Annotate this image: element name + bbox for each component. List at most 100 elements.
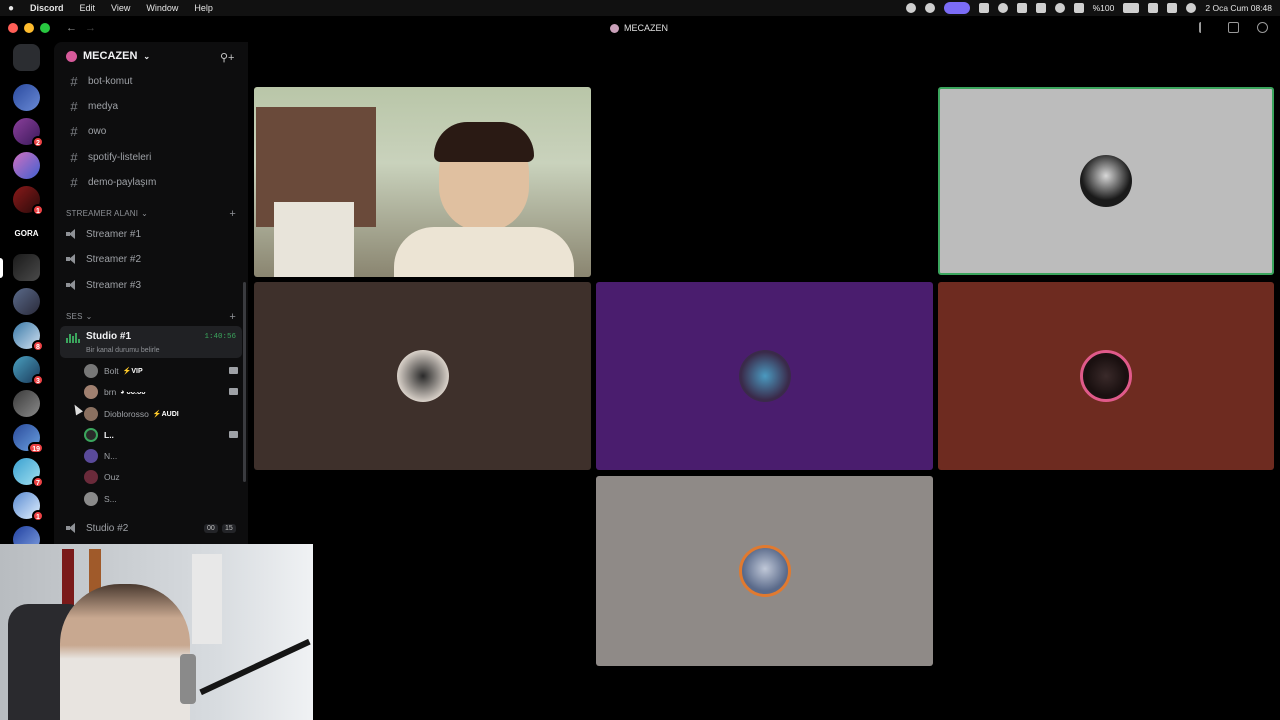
server-header[interactable]: MECAZEN ⌄ [66, 50, 150, 62]
voice-user[interactable]: Ouz [84, 467, 244, 487]
datetime[interactable]: 2 Oca Cum 08:48 [1205, 3, 1272, 13]
voice-user[interactable]: brn ◕ ᴗᴗ.ᴗᴗ [84, 382, 244, 402]
voice-user[interactable]: L.. [84, 425, 244, 445]
help-icon[interactable] [1257, 22, 1268, 33]
back-arrow-icon[interactable]: ← [66, 22, 77, 34]
channel-label: spotify-listeleri [88, 151, 152, 163]
channel-status[interactable]: Bir kanal durumu belirle [86, 347, 160, 354]
avatar [84, 385, 98, 399]
server-icon[interactable]: 19 [13, 424, 44, 454]
avatar [84, 492, 98, 506]
wifi-icon[interactable] [1148, 3, 1159, 13]
user-name: Bolt [104, 366, 119, 376]
server-logo-icon [66, 50, 77, 62]
voice-user[interactable]: Bolt ⚡VIP [84, 361, 244, 381]
voice-channel-streamer-1[interactable]: Streamer #1 [60, 224, 242, 244]
category-streamer[interactable]: STREAMER ALANI ⌄ + [66, 208, 236, 220]
channel-owo[interactable]: # owo [60, 121, 242, 141]
voice-channel-studio-2[interactable]: Studio #2 00 15 [60, 518, 242, 538]
add-channel-icon[interactable]: + [229, 311, 236, 323]
channel-label: Studio #2 [86, 522, 129, 534]
voice-channel-streamer-2[interactable]: Streamer #2 [60, 249, 242, 269]
screen-record-icon[interactable] [943, 2, 970, 14]
avatar [396, 350, 449, 402]
server-icon[interactable] [13, 152, 40, 179]
server-icon[interactable]: 1 [13, 186, 44, 216]
channel-label: Streamer #1 [86, 228, 142, 240]
popout-icon[interactable] [1228, 22, 1239, 33]
chevron-down-icon: ⌄ [85, 312, 93, 321]
server-icon[interactable] [13, 390, 40, 417]
server-icon[interactable] [13, 288, 40, 315]
speaker-locked-icon [66, 254, 78, 264]
server-icon[interactable]: 7 [13, 458, 44, 488]
server-icon-mecazen[interactable] [13, 254, 40, 281]
channel-label: Studio #1 [86, 331, 132, 342]
voice-user[interactable]: N... [84, 446, 244, 466]
sidebar-scrollbar[interactable] [243, 282, 246, 482]
zoom-window-icon[interactable] [40, 23, 50, 33]
voice-channel-streamer-3[interactable]: Streamer #3 [60, 275, 242, 295]
menu-edit[interactable]: Edit [72, 3, 104, 13]
channel-label: bot-komut [88, 75, 133, 87]
menu-help[interactable]: Help [186, 3, 221, 13]
server-icon[interactable]: 2 [13, 118, 44, 148]
avatar [84, 407, 98, 421]
siri-icon[interactable] [1186, 3, 1197, 13]
menu-window[interactable]: Window [138, 3, 186, 13]
menu-view[interactable]: View [103, 3, 138, 13]
discord-home-icon[interactable] [13, 44, 40, 71]
forward-arrow-icon[interactable]: → [85, 22, 96, 34]
video-tile-camera[interactable] [254, 87, 591, 277]
inbox-icon[interactable] [1199, 22, 1210, 33]
menu-app[interactable]: Discord [22, 3, 72, 13]
battery-percent: %100 [1092, 3, 1115, 13]
channel-spotify-listeleri[interactable]: # spotify-listeleri [60, 147, 242, 167]
channel-label: demo-paylaşım [88, 176, 157, 188]
status-dot-icon[interactable] [905, 3, 916, 13]
search-icon[interactable] [1054, 3, 1065, 13]
apple-icon[interactable]: ● [0, 3, 22, 14]
add-channel-icon[interactable]: + [229, 208, 236, 220]
user-tag: ⚡AUDI [152, 411, 179, 418]
channel-bot-komut[interactable]: # bot-komut [60, 71, 242, 91]
channel-medya[interactable]: # medya [60, 96, 242, 116]
voice-user[interactable]: Dioblorosso ⚡AUDI [84, 404, 244, 424]
avatar [738, 545, 791, 597]
server-icon[interactable]: 3 [13, 356, 44, 386]
control-icon[interactable] [1073, 3, 1084, 13]
minimize-window-icon[interactable] [24, 23, 34, 33]
mention-badge: 7 [32, 476, 44, 488]
shelf [192, 554, 222, 644]
hash-icon: # [70, 149, 78, 165]
avatar [84, 449, 98, 463]
invite-icon[interactable]: ⚲+ [220, 51, 234, 64]
vpn-icon[interactable] [924, 3, 935, 13]
server-icon[interactable]: 8 [13, 322, 44, 352]
server-icon[interactable]: 1 [13, 492, 44, 522]
category-ses[interactable]: SES ⌄ + [66, 311, 236, 323]
grid-icon[interactable] [978, 3, 989, 13]
server-icon-gora[interactable]: GORA [13, 220, 40, 247]
video-tile-user[interactable] [938, 282, 1274, 470]
window-titlebar: ← → MECAZEN [0, 16, 1280, 42]
server-icon[interactable] [13, 84, 40, 111]
video-tile-user[interactable] [596, 476, 933, 666]
voice-user[interactable]: S... [84, 489, 244, 509]
menubar-status: %100 2 Oca Cum 08:48 [905, 0, 1272, 16]
video-tile-user[interactable] [596, 282, 933, 470]
person-hair [434, 122, 534, 162]
window-title-wrap: MECAZEN [610, 23, 668, 33]
mention-badge: 1 [32, 510, 44, 522]
star-icon[interactable] [1016, 3, 1027, 13]
battery-icon[interactable] [1123, 3, 1140, 13]
close-window-icon[interactable] [8, 23, 18, 33]
video-tile-speaking[interactable] [938, 87, 1274, 275]
channel-label: owo [88, 125, 107, 137]
keyboard-icon[interactable] [1035, 3, 1046, 13]
control-center-icon[interactable] [1167, 3, 1178, 13]
video-tile-user[interactable] [254, 282, 591, 470]
voice-channel-studio-1[interactable]: Studio #1 1:40:56 Bir kanal durumu belir… [60, 326, 242, 358]
play-icon[interactable] [997, 3, 1008, 13]
channel-demo-paylasim[interactable]: # demo-paylaşım [60, 172, 242, 192]
